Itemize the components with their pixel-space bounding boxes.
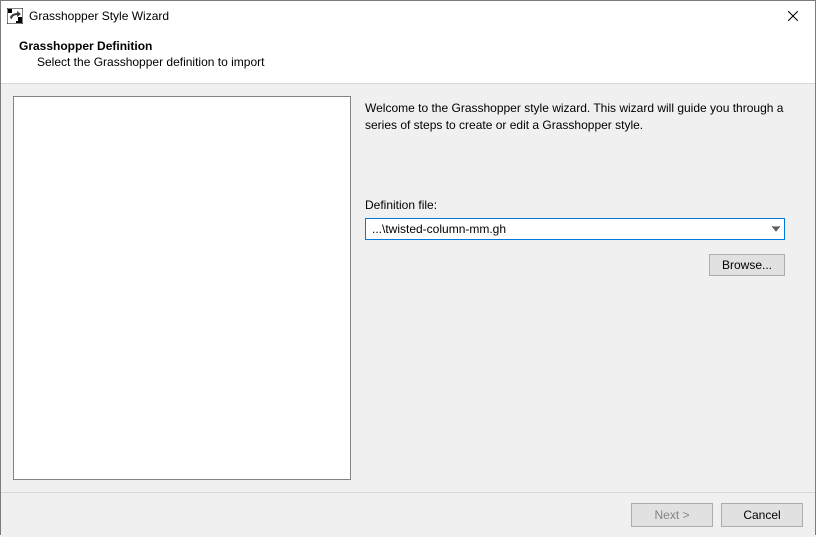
wizard-footer: Next > Cancel [1,492,815,537]
form-pane: Welcome to the Grasshopper style wizard.… [363,96,803,480]
intro-text: Welcome to the Grasshopper style wizard.… [365,100,797,134]
titlebar: Grasshopper Style Wizard [1,1,815,31]
browse-button-label: Browse... [722,258,772,272]
definition-file-value: ...\twisted-column-mm.gh [372,222,506,236]
next-button[interactable]: Next > [631,503,713,527]
definition-file-combobox[interactable]: ...\twisted-column-mm.gh [365,218,785,240]
app-icon [7,8,23,24]
cancel-button-label: Cancel [743,508,780,522]
page-subtitle: Select the Grasshopper definition to imp… [37,55,815,69]
wizard-header: Grasshopper Definition Select the Grassh… [1,31,815,84]
definition-file-label: Definition file: [365,198,801,212]
page-title: Grasshopper Definition [19,39,815,53]
next-button-label: Next > [654,508,689,522]
preview-pane [13,96,351,480]
cancel-button[interactable]: Cancel [721,503,803,527]
content-area: Welcome to the Grasshopper style wizard.… [1,84,815,492]
close-button[interactable] [771,1,815,31]
chevron-down-icon [772,226,780,232]
window-title: Grasshopper Style Wizard [29,9,771,23]
browse-button[interactable]: Browse... [709,254,785,276]
close-icon [788,11,798,21]
